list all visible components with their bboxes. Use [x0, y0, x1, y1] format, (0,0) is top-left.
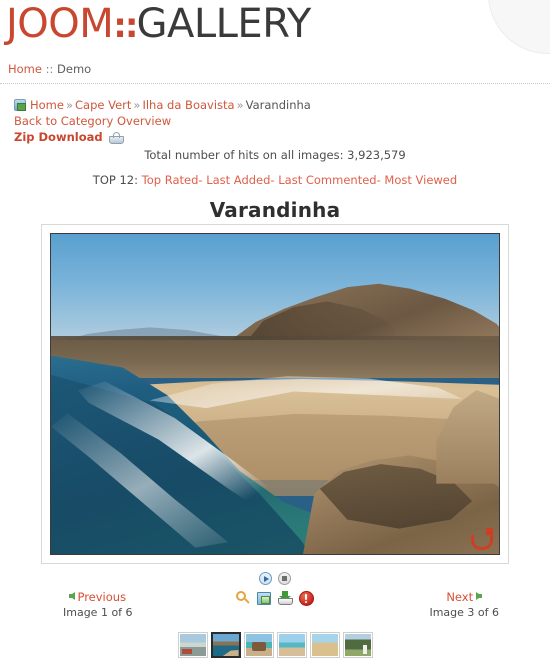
slideshow-controls — [41, 572, 509, 585]
total-hits-text: Total number of hits on all images: 3,92… — [144, 148, 406, 162]
top12-link-top-rated[interactable]: Top Rated — [142, 173, 199, 187]
previous-image-count: Image 1 of 6 — [63, 606, 133, 619]
top12-dash-3: - — [376, 173, 381, 187]
breadcrumb-item-ilha-da-boavista[interactable]: Ilha da Boavista — [142, 98, 234, 112]
thumbnail-6[interactable] — [342, 632, 373, 658]
next-image-link[interactable]: Next — [429, 590, 499, 604]
menu-item-demo[interactable]: Demo — [57, 62, 91, 76]
zip-basket-icon[interactable] — [108, 132, 124, 144]
logo-separator: :: — [113, 6, 138, 46]
stop-slideshow-icon[interactable] — [278, 572, 291, 585]
arrow-left-icon — [69, 592, 76, 600]
breadcrumb-item-varandinha: Varandinha — [245, 98, 311, 112]
breadcrumb: Home» Cape Vert» Ilha da Boavista» Varandin… — [14, 97, 534, 113]
site-logo[interactable]: JOOM::GALLERY — [6, 1, 311, 49]
gallery-page: JOOM::GALLERY Home :: Demo Home» Cape Ver… — [0, 0, 550, 665]
next-image-block: Next Image 3 of 6 — [429, 590, 499, 619]
menu-separator: :: — [45, 62, 54, 76]
zip-download-row: Zip Download — [14, 129, 534, 146]
image-navigation-row: Previous Image 1 of 6 Next Image 3 of 6 — [41, 572, 509, 622]
thumbnail-strip — [0, 632, 550, 658]
zoom-fullsize-icon[interactable] — [236, 591, 251, 606]
menu-item-home[interactable]: Home — [8, 62, 42, 76]
top12-dash-1: - — [198, 173, 203, 187]
previous-image-block: Previous Image 1 of 6 — [63, 590, 133, 619]
ecard-icon[interactable] — [257, 591, 272, 606]
detail-image[interactable] — [50, 233, 500, 555]
breadcrumb-item-cape-vert[interactable]: Cape Vert — [75, 98, 131, 112]
play-slideshow-icon[interactable] — [259, 572, 272, 585]
site-header: JOOM::GALLERY — [0, 0, 550, 54]
top12-link-last-added[interactable]: Last Added — [206, 173, 270, 187]
top12-link-most-viewed[interactable]: Most Viewed — [384, 173, 457, 187]
logo-secondary-text: GALLERY — [136, 1, 311, 47]
breadcrumb-arrow-3: » — [236, 98, 244, 112]
top12-dash-2: - — [270, 173, 275, 187]
logo-primary-text: JOOM — [6, 1, 114, 47]
home-folder-icon — [14, 99, 26, 111]
thumbnail-1[interactable] — [177, 632, 208, 658]
next-label: Next — [446, 590, 474, 604]
breadcrumb-item-home[interactable]: Home — [30, 98, 64, 112]
top-menu-bar: Home :: Demo — [0, 62, 550, 84]
top12-link-last-commented[interactable]: Last Commented — [278, 173, 376, 187]
previous-label: Previous — [77, 590, 127, 604]
thumbnail-5[interactable] — [309, 632, 340, 658]
thumbnail-4[interactable] — [276, 632, 307, 658]
thumbnail-3[interactable] — [243, 632, 274, 658]
top12-row: TOP 12: Top Rated- Last Added- Last Comm… — [0, 173, 550, 187]
thumbnail-2-selected[interactable] — [210, 632, 241, 658]
zip-download-link[interactable]: Zip Download — [14, 130, 103, 144]
page-title: Varandinha — [209, 198, 341, 222]
report-image-icon[interactable] — [299, 591, 314, 606]
top12-label: TOP 12: — [92, 173, 138, 187]
next-image-count: Image 3 of 6 — [429, 606, 499, 619]
previous-image-link[interactable]: Previous — [63, 590, 133, 604]
arrow-right-icon — [476, 592, 483, 600]
header-corner-decoration — [488, 0, 550, 54]
breadcrumb-block: Home» Cape Vert» Ilha da Boavista» Varandin… — [14, 97, 534, 146]
download-icon[interactable] — [278, 591, 293, 606]
image-frame — [41, 224, 509, 564]
breadcrumb-arrow-2: » — [133, 98, 141, 112]
back-to-category-overview-link[interactable]: Back to Category Overview — [14, 113, 534, 129]
breadcrumb-arrow-1: » — [65, 98, 74, 112]
